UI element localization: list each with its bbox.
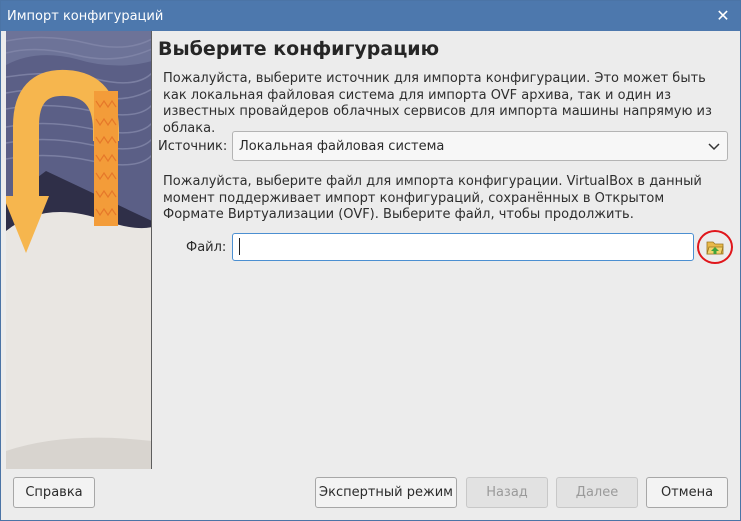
source-label: Источник: xyxy=(158,139,228,154)
close-icon[interactable]: ✕ xyxy=(714,7,732,25)
import-arrow-illustration xyxy=(6,31,151,469)
page-title: Выберите конфигурацию xyxy=(158,38,440,60)
next-button[interactable]: Далее xyxy=(556,477,638,508)
window-title: Импорт конфигураций xyxy=(7,8,164,24)
chevron-down-icon xyxy=(708,143,720,151)
source-select-value: Локальная файловая система xyxy=(239,138,445,154)
button-bar: Справка Экспертный режим Назад Далее Отм… xyxy=(1,469,740,520)
back-button[interactable]: Назад xyxy=(466,477,548,508)
file-label: Файл: xyxy=(186,240,227,255)
source-select[interactable]: Локальная файловая система xyxy=(232,131,728,161)
source-description: Пожалуйста, выберите источник для импорт… xyxy=(163,71,712,136)
expert-mode-button[interactable]: Экспертный режим xyxy=(315,477,457,508)
title-bar[interactable]: Импорт конфигураций ✕ xyxy=(1,1,740,31)
text-cursor xyxy=(239,238,240,255)
wizard-banner-image xyxy=(6,31,152,469)
choose-file-button[interactable] xyxy=(697,230,733,264)
help-button[interactable]: Справка xyxy=(13,477,95,508)
cancel-button[interactable]: Отмена xyxy=(646,477,728,508)
import-dialog: Импорт конфигураций ✕ Выберите конфигура… xyxy=(0,0,741,521)
wizard-page: Выберите конфигурацию Пожалуйста, выбери… xyxy=(153,31,740,469)
file-description: Пожалуйста, выберите файл для импорта ко… xyxy=(163,174,702,222)
file-path-input[interactable] xyxy=(232,233,694,261)
folder-open-icon xyxy=(706,241,724,255)
